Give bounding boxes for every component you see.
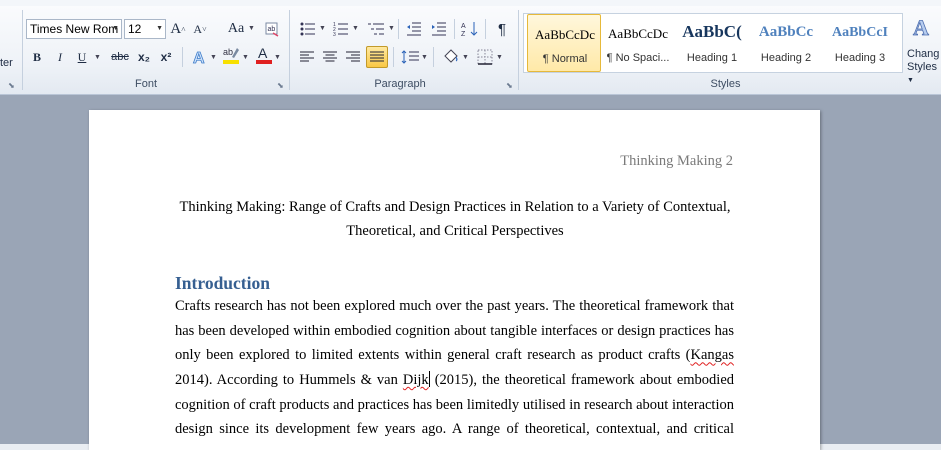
separator	[22, 10, 23, 90]
clipboard-launcher-icon[interactable]: ⬊	[8, 82, 16, 90]
document-page[interactable]: Thinking Making 2 Thinking Making: Range…	[89, 110, 820, 450]
separator	[433, 47, 434, 67]
svg-text:A: A	[461, 23, 466, 30]
shading-icon[interactable]	[440, 46, 462, 66]
svg-text:A: A	[913, 15, 929, 40]
separator	[518, 10, 519, 90]
justify-icon[interactable]	[366, 46, 388, 68]
font-group-label: Font	[134, 78, 157, 90]
body-line: has been developed within embodied cogni…	[175, 322, 734, 339]
bold-button[interactable]: B	[28, 47, 46, 67]
numbering-icon[interactable]: 123	[330, 19, 352, 39]
chevron-down-icon[interactable]: ▼	[248, 25, 255, 32]
svg-text:A: A	[258, 45, 268, 61]
show-formatting-marks-button[interactable]: ¶	[492, 19, 512, 39]
body-line: only been explored to limited extents wi…	[175, 347, 735, 364]
increase-indent-icon[interactable]	[429, 19, 449, 39]
separator	[485, 19, 486, 39]
strikethrough-button[interactable]: abc	[108, 47, 132, 67]
change-case-button[interactable]: Aa	[224, 19, 248, 39]
chevron-down-icon[interactable]: ▼	[421, 54, 428, 61]
chevron-down-icon[interactable]: ▼	[94, 54, 101, 61]
chevron-down-icon[interactable]: ▼	[352, 25, 359, 32]
styles-group-label: Styles	[710, 78, 741, 90]
italic-button[interactable]: I	[51, 47, 69, 67]
chevron-down-icon[interactable]: ▼	[388, 25, 395, 32]
font-launcher-icon[interactable]: ⬊	[277, 82, 285, 90]
highlight-color-icon[interactable]: ab	[220, 45, 242, 65]
font-name-value: Times New Rom	[30, 22, 119, 36]
style-heading-3[interactable]: AaBbCcI Heading 3	[823, 14, 897, 72]
page-header[interactable]: Thinking Making 2	[620, 153, 733, 170]
style-normal[interactable]: AaBbCcDc ¶ Normal	[527, 14, 601, 72]
ribbon: ter ⬊ Times New Rom ▼ 12 ▼ A ˄ A ˅ Aa ▼ ab…	[0, 0, 941, 95]
chevron-down-icon: ▼	[156, 25, 163, 32]
grow-font-button[interactable]: A ˄	[170, 19, 186, 39]
style-heading-1[interactable]: AaBbC( Heading 1	[675, 14, 749, 72]
change-styles-icon[interactable]: A	[910, 12, 938, 42]
title-line-2: Theoretical, and Critical Perspectives	[346, 223, 564, 239]
svg-text:ab: ab	[268, 26, 276, 33]
separator	[182, 47, 183, 67]
decrease-indent-icon[interactable]	[404, 19, 424, 39]
text-effects-icon[interactable]: A	[189, 47, 211, 67]
body-line: 2014). According to Hummels & van Dijk (…	[175, 371, 735, 389]
spelling-error-word[interactable]: Dijk	[403, 372, 429, 388]
chevron-down-icon[interactable]: ▼	[210, 54, 217, 61]
change-styles-label-1[interactable]: Chang	[907, 48, 939, 60]
svg-text:Z: Z	[461, 31, 466, 37]
format-painter-label[interactable]: ter	[0, 57, 13, 69]
body-line: cognition of craft products and practice…	[175, 396, 734, 413]
separator	[454, 19, 455, 39]
line-spacing-icon[interactable]	[399, 47, 421, 67]
font-size-combo[interactable]: 12 ▼	[124, 19, 166, 39]
align-center-icon[interactable]	[320, 47, 340, 67]
underline-button[interactable]: U	[73, 47, 91, 67]
chevron-down-icon[interactable]: ▼	[319, 25, 326, 32]
chevron-down-icon: ▼	[112, 25, 119, 32]
spelling-error-word[interactable]: Kangas	[691, 347, 735, 363]
bullets-icon[interactable]	[297, 19, 319, 39]
font-color-icon[interactable]: A	[254, 45, 274, 65]
align-right-icon[interactable]	[343, 47, 363, 67]
shrink-font-button[interactable]: A ˅	[192, 19, 208, 39]
body-line: design since its development few years a…	[175, 421, 734, 438]
body-line: Crafts research has not been explored mu…	[175, 298, 734, 314]
svg-text:ab: ab	[223, 47, 233, 57]
body-paragraph[interactable]: Crafts research has not been explored mu…	[175, 294, 734, 442]
subscript-button[interactable]: x₂	[134, 47, 154, 67]
chevron-down-icon[interactable]: ▼	[242, 54, 249, 61]
ribbon-top-strip	[0, 0, 941, 6]
font-size-value: 12	[128, 22, 142, 36]
chevron-down-icon[interactable]: ▼	[462, 54, 469, 61]
separator	[393, 47, 394, 67]
svg-text:A: A	[193, 50, 205, 66]
sort-icon[interactable]: AZ	[459, 19, 481, 39]
document-title[interactable]: Thinking Making: Range of Crafts and Des…	[175, 195, 735, 243]
svg-text:3: 3	[333, 32, 336, 36]
align-left-icon[interactable]	[297, 47, 317, 67]
clear-formatting-icon[interactable]: ab	[262, 19, 282, 39]
styles-gallery: AaBbCcDc ¶ Normal AaBbCcDc ¶ No Spaci...…	[523, 13, 903, 73]
chevron-down-icon[interactable]: ▼	[274, 54, 281, 61]
paragraph-group-label: Paragraph	[374, 78, 426, 90]
superscript-button[interactable]: x²	[156, 47, 176, 67]
borders-icon[interactable]	[474, 47, 496, 67]
multilevel-list-icon[interactable]	[364, 19, 388, 39]
style-no-spacing[interactable]: AaBbCcDc ¶ No Spaci...	[601, 14, 675, 72]
separator	[398, 19, 399, 39]
chevron-down-icon[interactable]: ▼	[496, 54, 503, 61]
font-name-combo[interactable]: Times New Rom ▼	[26, 19, 122, 39]
paragraph-launcher-icon[interactable]: ⬊	[506, 82, 514, 90]
heading-introduction[interactable]: Introduction	[175, 273, 270, 294]
style-heading-2[interactable]: AaBbCc Heading 2	[749, 14, 823, 72]
title-line-1: Thinking Making: Range of Crafts and Des…	[179, 199, 731, 215]
